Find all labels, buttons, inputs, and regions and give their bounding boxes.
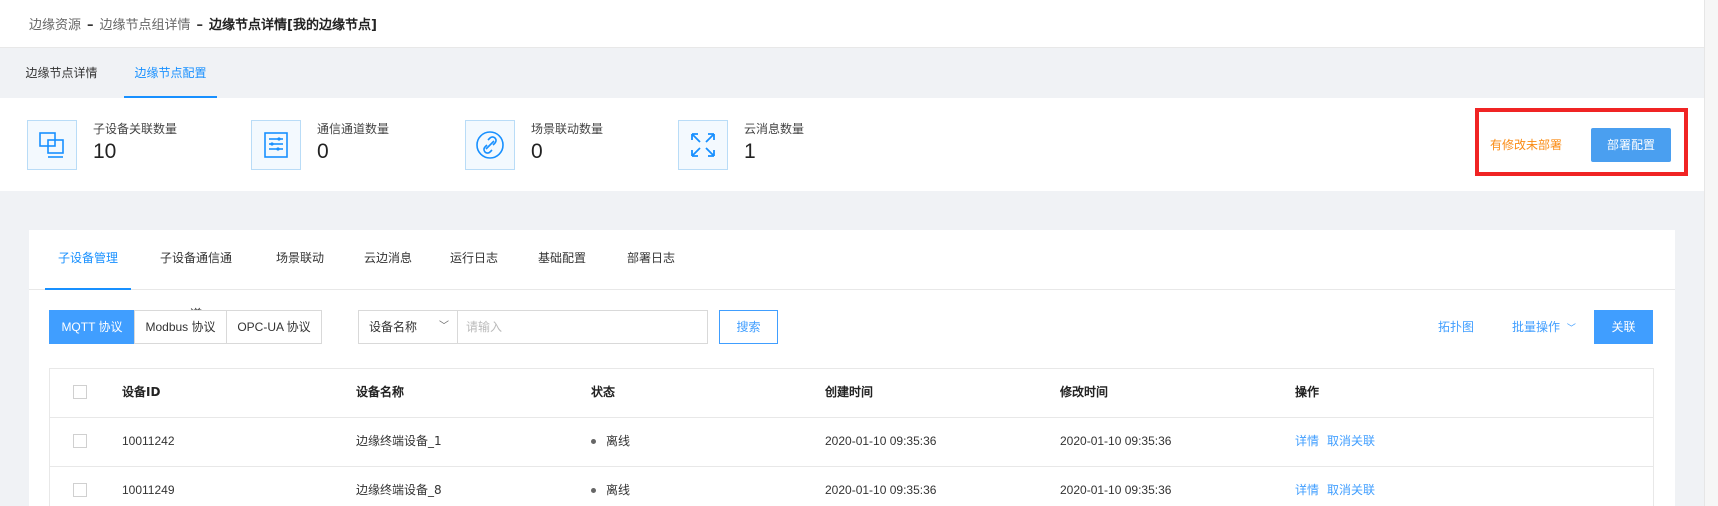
detail-link[interactable]: 详情 — [1295, 434, 1319, 448]
device-name: 边缘终端设备_8 — [356, 483, 442, 497]
tab-cloud-edge-message[interactable]: 云边消息 — [363, 230, 413, 290]
opcua-protocol-button[interactable]: OPC-UA 协议 — [226, 310, 322, 344]
stat-label: 场景联动数量 — [531, 122, 604, 136]
toolbar: MQTT 协议 Modbus 协议 OPC-UA 协议 设备名称 ﹀ 请输入 搜… — [29, 310, 1675, 346]
device-status: 离线 — [591, 418, 630, 465]
modified-time: 2020-01-10 09:35:36 — [1060, 434, 1172, 448]
status-dot-icon — [591, 488, 596, 493]
unlink-link[interactable]: 取消关联 — [1327, 483, 1375, 497]
stat-value: 1 — [744, 140, 756, 163]
status-dot-icon — [591, 439, 596, 444]
device-name: 边缘终端设备_1 — [356, 434, 442, 448]
status-text: 离线 — [606, 483, 631, 497]
sub-tabs: 子设备管理 子设备通信通道 场景联动 云边消息 运行日志 基础配置 部署日志 — [29, 230, 1675, 321]
breadcrumb: 边缘资源 – 边缘节点组详情 – 边缘节点详情[我的边缘节点] — [0, 0, 1704, 48]
device-id: 10011249 — [122, 483, 175, 497]
modbus-protocol-button[interactable]: Modbus 协议 — [134, 310, 227, 344]
stat-label: 云消息数量 — [744, 122, 805, 136]
tab-device-channel[interactable]: 子设备通信通道 — [156, 230, 236, 321]
arrows-icon — [678, 120, 728, 170]
stat-value: 10 — [93, 140, 117, 163]
unlink-link[interactable]: 取消关联 — [1327, 434, 1375, 448]
select-value: 设备名称 — [369, 320, 418, 334]
search-input[interactable]: 请输入 — [457, 310, 708, 344]
stat-label: 子设备关联数量 — [93, 122, 178, 136]
breadcrumb-separator: – — [196, 18, 204, 33]
tab-device-management[interactable]: 子设备管理 — [45, 230, 131, 290]
breadcrumb-separator: – — [87, 18, 94, 33]
column-header: 设备ID — [122, 385, 161, 399]
stat-value: 0 — [531, 140, 543, 163]
row-actions: 详情 取消关联 — [1295, 418, 1383, 465]
breadcrumb-item-edge-resources[interactable]: 边缘资源 — [29, 18, 81, 33]
select-all-checkbox[interactable] — [73, 385, 87, 399]
associate-button[interactable]: 关联 — [1594, 310, 1653, 344]
search-field-select[interactable]: 设备名称 ﹀ — [358, 310, 458, 344]
created-time: 2020-01-10 09:35:36 — [825, 434, 937, 448]
column-header: 修改时间 — [1060, 385, 1109, 399]
tab-basic-config[interactable]: 基础配置 — [537, 230, 587, 290]
tab-node-detail[interactable]: 边缘节点详情 — [15, 48, 108, 98]
channel-list-icon — [251, 120, 301, 170]
vertical-scrollbar[interactable] — [1704, 0, 1718, 506]
row-checkbox[interactable] — [73, 434, 87, 448]
device-table: 设备ID 设备名称 状态 创建时间 修改时间 操作 10011242 边缘终端设… — [49, 368, 1654, 506]
row-checkbox[interactable] — [73, 483, 87, 497]
modified-time: 2020-01-10 09:35:36 — [1060, 483, 1172, 497]
table-header: 设备ID 设备名称 状态 创建时间 修改时间 操作 — [50, 369, 1653, 418]
batch-operation-label: 批量操作 — [1512, 320, 1561, 334]
device-status: 离线 — [591, 467, 630, 506]
device-management-card: 子设备管理 子设备通信通道 场景联动 云边消息 运行日志 基础配置 部署日志 M… — [29, 230, 1675, 506]
deploy-config-button[interactable]: 部署配置 — [1591, 128, 1671, 162]
column-header: 创建时间 — [825, 385, 874, 399]
batch-operation-dropdown[interactable]: 批量操作 ﹀ — [1512, 310, 1576, 346]
chevron-down-icon: ﹀ — [1566, 324, 1576, 334]
column-header: 设备名称 — [356, 385, 405, 399]
created-time: 2020-01-10 09:35:36 — [825, 483, 937, 497]
stats-bar: 子设备关联数量 10 通信通道数量 0 场景联动数量 0 云消息数量 1 — [0, 98, 1704, 191]
detail-link[interactable]: 详情 — [1295, 483, 1319, 497]
link-icon — [465, 120, 515, 170]
device-id: 10011242 — [122, 434, 175, 448]
stat-value: 0 — [317, 140, 329, 163]
search-button[interactable]: 搜索 — [719, 310, 778, 344]
status-text: 离线 — [606, 434, 631, 448]
table-row: 10011242 边缘终端设备_1 离线 2020-01-10 09:35:36… — [50, 418, 1653, 467]
row-actions: 详情 取消关联 — [1295, 467, 1383, 506]
chevron-down-icon: ﹀ — [439, 321, 449, 332]
breadcrumb-current: 边缘节点详情[我的边缘节点] — [209, 18, 377, 33]
tab-deploy-log[interactable]: 部署日志 — [626, 230, 676, 290]
page-tabs: 边缘节点详情 边缘节点配置 — [0, 48, 1704, 98]
tab-scene-linkage[interactable]: 场景联动 — [275, 230, 325, 290]
tab-node-config[interactable]: 边缘节点配置 — [124, 48, 217, 98]
column-header: 状态 — [591, 385, 616, 399]
deploy-status-text: 有修改未部署 — [1490, 138, 1563, 152]
tab-run-log[interactable]: 运行日志 — [449, 230, 499, 290]
device-link-icon — [27, 120, 77, 170]
mqtt-protocol-button[interactable]: MQTT 协议 — [49, 310, 135, 344]
column-header: 操作 — [1295, 385, 1320, 399]
topology-link[interactable]: 拓扑图 — [1438, 310, 1474, 344]
breadcrumb-item-node-group[interactable]: 边缘节点组详情 — [100, 18, 191, 33]
table-row: 10011249 边缘终端设备_8 离线 2020-01-10 09:35:36… — [50, 467, 1653, 506]
stat-label: 通信通道数量 — [317, 122, 390, 136]
